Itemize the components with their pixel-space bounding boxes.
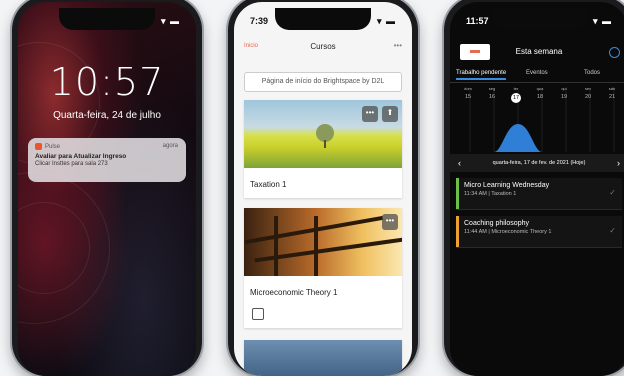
app-icon (35, 143, 42, 150)
day-18[interactable]: qua 18 (532, 86, 548, 100)
more-options-button[interactable]: ••• (362, 106, 378, 122)
day-number: 17 (511, 93, 521, 103)
edit-icon[interactable] (252, 308, 264, 320)
day-21[interactable]: sáb 21 (604, 86, 620, 100)
back-button[interactable]: Inicio (244, 43, 258, 49)
lockscreen: ▾ ▬ 10:57 Quarta-feira, 24 de julho Puls… (18, 2, 196, 376)
phone-lockscreen: ▾ ▬ 10:57 Quarta-feira, 24 de julho Puls… (12, 0, 202, 376)
more-options-button[interactable]: ••• (382, 214, 398, 230)
next-day-icon[interactable]: › (617, 154, 620, 172)
course-card[interactable]: ••• Microeconomic Theory 1 (244, 208, 402, 328)
calendar-title: Esta semana (515, 47, 563, 56)
day-number: 20 (584, 94, 592, 100)
notification-body: Clicar Insttes para sala 273 (35, 161, 108, 168)
course-card[interactable] (244, 340, 402, 376)
info-icon[interactable] (609, 47, 620, 58)
signal-battery-icon: ▾ ▬ (376, 16, 396, 26)
course-card[interactable]: ••• ⬆ Taxation 1 (244, 100, 402, 198)
status-time: 7:39 (250, 16, 269, 26)
tab-events[interactable]: Eventos (526, 70, 548, 76)
event-subtitle: 11:34 AM | Taxation 1 (464, 191, 517, 197)
weekday-label: sex (584, 86, 592, 91)
status-bar: ▾ ▬ (34, 16, 180, 28)
page-title: Cursos (310, 42, 336, 51)
weekday-label: qua (536, 86, 544, 91)
event-title: Micro Learning Wednesday (464, 182, 550, 189)
filter-tabs: Trabalho pendente Eventos Todos (450, 68, 624, 83)
beam-shape (314, 216, 318, 276)
day-number: 21 (608, 94, 616, 100)
phone-calendar: 11:57 ▾ ▬ Esta semana Trabalho pendente … (444, 0, 624, 376)
date-navigator: ‹ quarta-feira, 17 de fev. de 2021 (Hoje… (450, 154, 624, 172)
weekday-label: ter (513, 86, 519, 91)
day-number: 16 (488, 94, 496, 100)
notification-card[interactable]: Pulse agora Avaliar para Atualizar Ingre… (28, 138, 186, 182)
signal-battery-icon: ▾ ▬ (160, 16, 180, 26)
event-title: Coaching philosophy (464, 220, 529, 227)
day-number: 15 (464, 94, 472, 100)
pin-button[interactable]: ⬆ (382, 106, 398, 122)
check-icon[interactable]: ✓ (609, 188, 616, 197)
day-number: 18 (536, 94, 544, 100)
nav-bar: Inicio Cursos ••• (234, 41, 412, 58)
course-image: ••• (244, 208, 402, 276)
status-bar: 11:57 ▾ ▬ (466, 16, 612, 28)
signal-battery-icon: ▾ ▬ (592, 16, 612, 26)
brand-logo (460, 44, 490, 60)
tree-trunk (324, 140, 326, 148)
day-20[interactable]: sex 20 (580, 86, 596, 100)
weekday-label: sáb (608, 86, 616, 91)
day-number: 19 (560, 94, 568, 100)
lock-time: 10:57 (49, 60, 165, 104)
phone-courses: 7:39 ▾ ▬ Inicio Cursos ••• Página de iní… (228, 0, 418, 376)
day-17[interactable]: ter 17 (508, 86, 524, 103)
current-date: quarta-feira, 17 de fev. de 2021 (Hoje) (492, 160, 586, 166)
day-15[interactable]: dom 15 (460, 86, 476, 100)
prev-day-icon[interactable]: ‹ (458, 154, 461, 172)
homepage-link[interactable]: Página de início do Brightspace by D2L (244, 72, 402, 92)
event-color-bar (456, 216, 459, 247)
lock-date: Quarta-feira, 24 de julho (53, 110, 161, 121)
event-item[interactable]: Micro Learning Wednesday 11:34 AM | Taxa… (456, 178, 622, 210)
weekday-label: qui (561, 86, 567, 91)
course-image: ••• ⬆ (244, 100, 402, 168)
notification-time: agora (162, 143, 178, 149)
weekday-label: dom (464, 86, 472, 91)
courses-screen: 7:39 ▾ ▬ Inicio Cursos ••• Página de iní… (234, 2, 412, 376)
tab-pending[interactable]: Trabalho pendente (456, 70, 507, 80)
event-subtitle: 11:44 AM | Microeconomic Theory 1 (464, 229, 552, 235)
notification-app-name: Pulse (45, 144, 61, 151)
day-16[interactable]: seg 16 (484, 86, 500, 100)
event-color-bar (456, 178, 459, 209)
tab-all[interactable]: Todos (584, 70, 600, 76)
course-name: Microeconomic Theory 1 (250, 288, 338, 297)
check-icon[interactable]: ✓ (609, 226, 616, 235)
more-menu-icon[interactable]: ••• (394, 41, 402, 50)
weekday-label: seg (488, 86, 496, 91)
status-bar: 7:39 ▾ ▬ (250, 16, 396, 28)
week-strip: dom 15 seg 16 ter 17 qua 18 qui 19 sex 20 sáb 21 (456, 86, 622, 118)
notification-app: Pulse (35, 143, 179, 150)
beam-shape (274, 216, 278, 276)
calendar-header: Esta semana (450, 42, 624, 62)
calendar-screen: 11:57 ▾ ▬ Esta semana Trabalho pendente … (450, 2, 624, 376)
status-time: 11:57 (466, 16, 489, 26)
course-name: Taxation 1 (250, 180, 287, 189)
course-image (244, 340, 402, 376)
notification-title: Avaliar para Atualizar Ingreso (35, 153, 127, 161)
day-19[interactable]: qui 19 (556, 86, 572, 100)
event-item[interactable]: Coaching philosophy 11:44 AM | Microecon… (456, 216, 622, 248)
